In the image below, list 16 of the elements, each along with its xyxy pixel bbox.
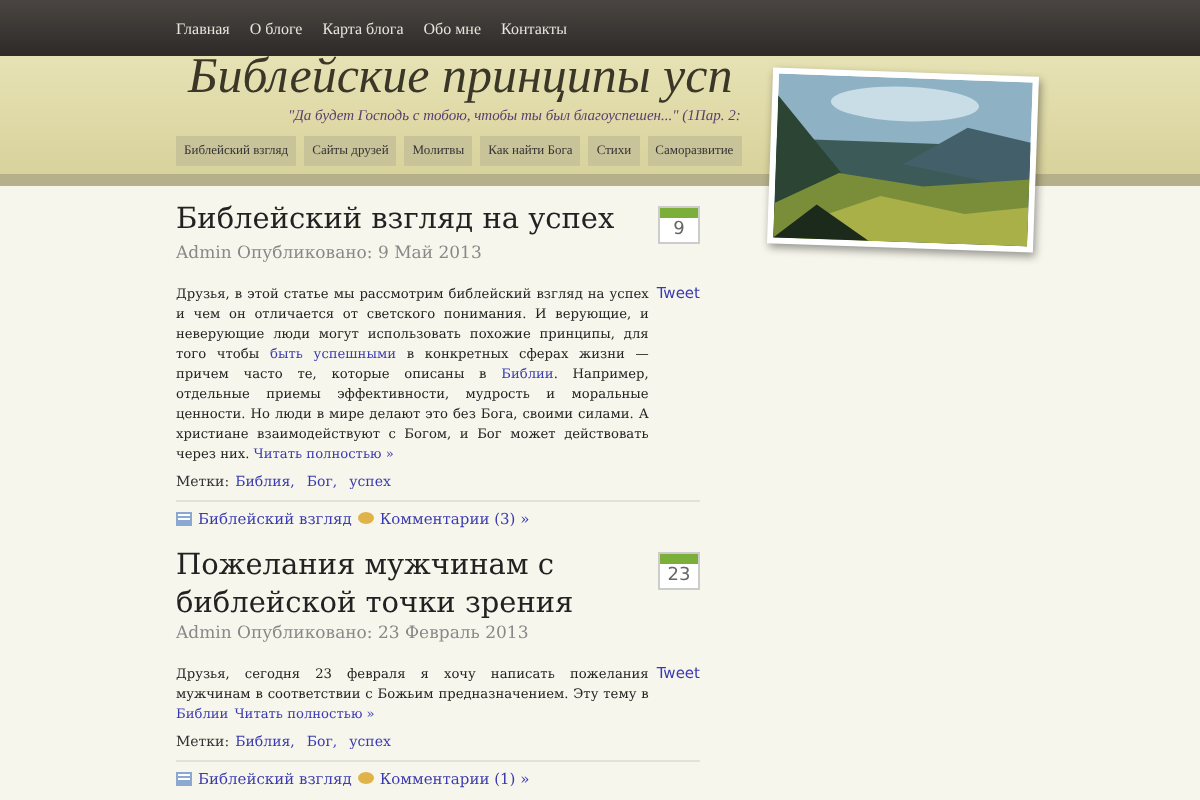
post-title[interactable]: Библейский взгляд на успех xyxy=(176,202,648,240)
speech-bubble-icon xyxy=(357,512,374,526)
folder-icon xyxy=(176,512,192,526)
calendar-icon: 9 xyxy=(658,206,700,244)
top-nav-link[interactable]: О блоге xyxy=(249,19,303,37)
folder-icon xyxy=(176,772,192,786)
top-nav-link[interactable]: Карта блога xyxy=(322,19,404,37)
top-nav-link[interactable]: Контакты xyxy=(501,19,568,37)
top-nav-link[interactable]: Главная xyxy=(176,19,230,37)
top-nav-link[interactable]: Обо мне xyxy=(423,19,481,37)
post-meta: Admin Опубликовано: 9 Май 2013 xyxy=(176,244,484,264)
calendar-icon: 23 xyxy=(658,552,700,590)
speech-bubble-icon xyxy=(357,772,374,786)
post-meta: Admin Опубликовано: 23 Февраль 2013 xyxy=(176,624,531,644)
site-title: Библейские принципы усп xyxy=(188,50,735,106)
post-title[interactable]: Пожелания мужчинам с библейской точки зрения xyxy=(176,548,648,624)
